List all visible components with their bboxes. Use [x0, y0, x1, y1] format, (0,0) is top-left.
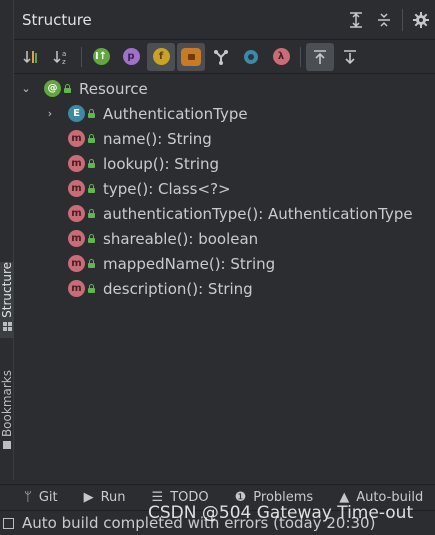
method-icon: m — [68, 130, 85, 147]
tree-row[interactable]: m mappedName(): String — [14, 251, 435, 276]
properties-icon: p — [122, 48, 140, 65]
toolbar-separator — [300, 46, 301, 67]
settings-button[interactable] — [407, 6, 435, 34]
show-fields-button[interactable]: f — [147, 42, 175, 71]
method-icon: m — [68, 155, 85, 172]
tab-run-label: Run — [100, 490, 126, 505]
public-lock-icon — [87, 234, 96, 243]
sort-alphabetically-button[interactable]: a z — [48, 43, 76, 71]
public-lock-icon — [87, 159, 96, 168]
panel-title: Structure — [22, 10, 92, 29]
method-icon: m — [68, 205, 85, 222]
public-lock-icon — [87, 284, 96, 293]
method-icon: m — [68, 255, 85, 272]
tree-row[interactable]: m authenticationType(): AuthenticationTy… — [14, 201, 435, 226]
structure-tree: ⌄ @ Resource › E AuthenticationType m na… — [14, 74, 435, 301]
sidebar-tab-bookmarks[interactable]: Bookmarks — [0, 370, 14, 466]
left-tool-strip: Structure Bookmarks — [0, 0, 14, 480]
enum-icon: E — [68, 105, 85, 122]
sort-by-visibility-button[interactable] — [18, 43, 46, 71]
tab-run[interactable]: ▶ Run — [84, 490, 126, 505]
collapse-all-icon — [378, 12, 390, 27]
autoscroll-to-source-button[interactable] — [306, 42, 334, 71]
watermark: CSDN @504 Gateway Time-out — [148, 503, 414, 523]
toolbar-separator — [81, 46, 82, 67]
git-branch-icon: ᛘ — [24, 490, 32, 505]
autoscroll-to-source-icon — [314, 49, 326, 64]
lock-icon — [181, 47, 201, 66]
method-icon: m — [68, 280, 85, 297]
collapse-all-button[interactable] — [370, 6, 398, 34]
interface-icon — [244, 49, 258, 64]
show-interfaces-button[interactable] — [237, 43, 265, 71]
expand-all-button[interactable] — [342, 6, 370, 34]
panel-header: Structure — [14, 0, 435, 40]
status-toggle-icon[interactable] — [3, 517, 14, 529]
tree-item-label: lookup(): String — [103, 154, 220, 173]
public-lock-icon — [63, 84, 72, 93]
autoscroll-from-source-button[interactable] — [336, 43, 364, 71]
public-lock-icon — [87, 259, 96, 268]
inherited-icon: I↑ — [92, 48, 110, 65]
public-lock-icon — [87, 209, 96, 218]
tree-row[interactable]: m lookup(): String — [14, 151, 435, 176]
tree-row[interactable]: m description(): String — [14, 276, 435, 301]
sort-by-visibility-icon — [23, 50, 37, 63]
structure-toolbar: a z I↑ p f λ — [14, 40, 435, 74]
tree-item-label: AuthenticationType — [103, 104, 248, 123]
tree-root-row[interactable]: ⌄ @ Resource — [14, 76, 435, 101]
sidebar-tab-structure[interactable]: Structure — [0, 262, 14, 338]
tree-row[interactable]: m shareable(): boolean — [14, 226, 435, 251]
structure-panel: Structure a z I↑ p f λ ⌄ @ Resource › E … — [14, 0, 435, 480]
play-icon: ▶ — [83, 490, 94, 505]
method-icon: m — [68, 180, 85, 197]
tree-item-label: type(): Class<?> — [103, 179, 231, 198]
sort-alphabetically-icon: a z — [53, 50, 66, 65]
method-icon: m — [68, 230, 85, 247]
show-lambdas-button[interactable]: λ — [267, 43, 295, 71]
tree-root-label: Resource — [79, 79, 148, 98]
gear-icon — [413, 11, 429, 28]
fields-icon: f — [152, 48, 170, 65]
structure-icon — [2, 321, 12, 331]
sidebar-tab-structure-label: Structure — [0, 262, 14, 318]
autoscroll-from-source-icon — [344, 49, 356, 64]
anonymous-classes-icon — [214, 49, 228, 65]
svg-text:a: a — [62, 50, 66, 58]
show-anonymous-button[interactable] — [207, 43, 235, 71]
tab-git-label: Git — [38, 490, 58, 505]
tree-item-label: shareable(): boolean — [103, 229, 259, 248]
tree-row[interactable]: m name(): String — [14, 126, 435, 151]
tree-row[interactable]: › E AuthenticationType — [14, 101, 435, 126]
annotation-icon: @ — [44, 80, 61, 97]
lambda-icon: λ — [272, 48, 290, 65]
show-properties-button[interactable]: p — [117, 43, 145, 71]
public-lock-icon — [87, 184, 96, 193]
header-separator — [402, 8, 403, 31]
tree-row[interactable]: m type(): Class<?> — [14, 176, 435, 201]
tab-git[interactable]: ᛘ Git — [24, 490, 58, 505]
public-lock-icon — [87, 109, 96, 118]
tree-item-label: mappedName(): String — [103, 254, 276, 273]
svg-text:z: z — [62, 58, 66, 65]
public-lock-icon — [87, 134, 96, 143]
show-non-public-button[interactable] — [177, 42, 205, 71]
expand-arrow-icon[interactable]: › — [42, 107, 58, 120]
show-inherited-button[interactable]: I↑ — [87, 43, 115, 71]
tree-item-label: description(): String — [103, 279, 253, 298]
sidebar-tab-bookmarks-label: Bookmarks — [0, 370, 14, 438]
expand-all-icon — [350, 11, 362, 28]
bookmark-icon — [2, 441, 12, 450]
tree-item-label: authenticationType(): AuthenticationType — [103, 204, 413, 223]
collapse-arrow-icon[interactable]: ⌄ — [18, 82, 34, 95]
tree-item-label: name(): String — [103, 129, 212, 148]
